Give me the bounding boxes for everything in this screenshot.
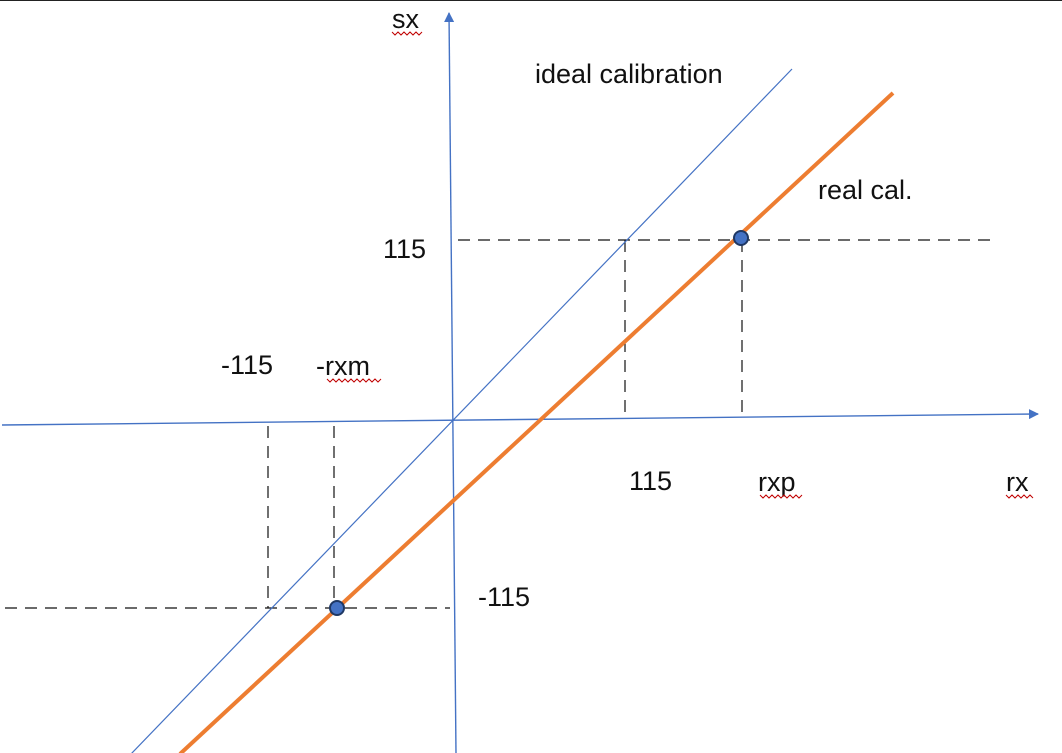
- y-axis: [444, 12, 457, 753]
- x-positive-tick-label: 115: [629, 466, 672, 496]
- ideal-calibration-label: ideal calibration: [535, 59, 723, 89]
- calibration-diagram: sx rx ideal calibration real cal. 115 -1…: [0, 0, 1062, 753]
- real-calibration-label: real cal.: [818, 175, 913, 205]
- y-negative-tick-label: -115: [478, 582, 530, 612]
- diagram-canvas: sx rx ideal calibration real cal. 115 -1…: [1, 4, 1039, 753]
- rxp-label: rxp: [758, 467, 796, 497]
- rxp-point: [733, 230, 749, 246]
- ideal-calibration-line: [131, 68, 793, 753]
- y-positive-tick-label: 115: [383, 234, 426, 264]
- x-axis: [1, 409, 1039, 426]
- y-axis-label: sx: [392, 4, 420, 34]
- rxm-point: [329, 600, 345, 616]
- real-calibration-line: [178, 91, 895, 753]
- x-negative-tick-label: -115: [221, 350, 273, 380]
- rxm-label: -rxm: [316, 351, 370, 381]
- x-axis-label: rx: [1006, 467, 1029, 497]
